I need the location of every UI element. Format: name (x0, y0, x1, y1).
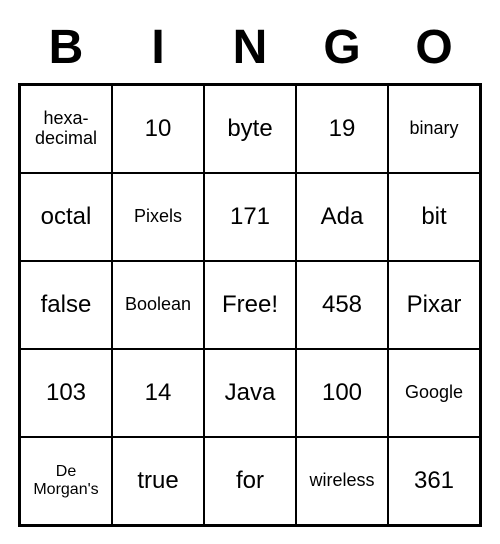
bingo-cell[interactable]: bit (388, 173, 480, 261)
bingo-cell[interactable]: true (112, 437, 204, 525)
bingo-cell[interactable]: 19 (296, 85, 388, 173)
header-letter-i: I (112, 20, 204, 75)
header-letter-o: O (388, 20, 480, 75)
bingo-cell[interactable]: De Morgan's (20, 437, 112, 525)
bingo-header: B I N G O (20, 20, 480, 75)
bingo-cell[interactable]: Pixels (112, 173, 204, 261)
header-letter-b: B (20, 20, 112, 75)
bingo-grid: hexa- decimal 10 byte 19 binary octal Pi… (18, 83, 482, 527)
bingo-cell[interactable]: 458 (296, 261, 388, 349)
header-letter-g: G (296, 20, 388, 75)
bingo-cell[interactable]: hexa- decimal (20, 85, 112, 173)
bingo-cell-free[interactable]: Free! (204, 261, 296, 349)
bingo-cell[interactable]: 171 (204, 173, 296, 261)
bingo-cell[interactable]: binary (388, 85, 480, 173)
bingo-cell[interactable]: octal (20, 173, 112, 261)
bingo-cell[interactable]: byte (204, 85, 296, 173)
bingo-cell[interactable]: 14 (112, 349, 204, 437)
bingo-cell[interactable]: 103 (20, 349, 112, 437)
bingo-cell[interactable]: wireless (296, 437, 388, 525)
bingo-cell[interactable]: Boolean (112, 261, 204, 349)
bingo-cell[interactable]: false (20, 261, 112, 349)
bingo-cell[interactable]: Java (204, 349, 296, 437)
bingo-cell[interactable]: for (204, 437, 296, 525)
bingo-cell[interactable]: 10 (112, 85, 204, 173)
bingo-cell[interactable]: Pixar (388, 261, 480, 349)
bingo-cell[interactable]: Google (388, 349, 480, 437)
bingo-cell[interactable]: 361 (388, 437, 480, 525)
header-letter-n: N (204, 20, 296, 75)
bingo-cell[interactable]: Ada (296, 173, 388, 261)
bingo-cell[interactable]: 100 (296, 349, 388, 437)
